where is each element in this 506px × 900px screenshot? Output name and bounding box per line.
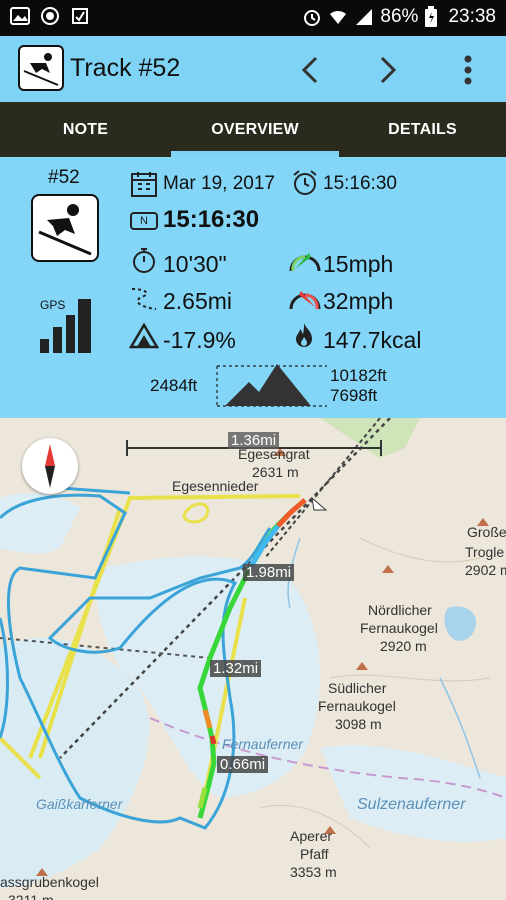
- place-name: Große: [467, 524, 506, 540]
- more-vert-icon: [464, 55, 472, 85]
- stopwatch-icon: [133, 248, 155, 273]
- track-map[interactable]: 1.36mi 1.98mi 1.32mi 0.66mi Egesengrat 2…: [0, 418, 506, 900]
- place-name: Südlicher: [328, 680, 387, 696]
- battery-percent: 86%: [380, 6, 419, 27]
- page-title: Track #52: [70, 54, 181, 82]
- place-name: Aperer: [290, 828, 333, 844]
- status-bar: 86% 23:38: [0, 0, 506, 36]
- app-bar: Track #52: [0, 36, 506, 102]
- tab-bar: NOTE OVERVIEW DETAILS: [0, 102, 506, 157]
- calendar-icon: [131, 172, 157, 197]
- gps-signal-icon: [40, 299, 91, 353]
- overflow-menu-button[interactable]: [448, 50, 488, 90]
- tab-overview[interactable]: OVERVIEW: [171, 102, 339, 157]
- battery-icon: [425, 6, 438, 27]
- max-speed: 32mph: [323, 288, 394, 314]
- elevation-min: 7698ft: [330, 386, 378, 405]
- place-name: Nördlicher: [368, 602, 432, 618]
- place-elevation: 2631 m: [252, 464, 299, 480]
- place-elevation: 2920 m: [380, 638, 427, 654]
- avg-speed-gauge-icon: [289, 253, 321, 272]
- distance: 2.65mi: [163, 288, 233, 314]
- place-elevation: Fernaukogel: [318, 698, 396, 714]
- place-elevation: 2902 m: [465, 562, 506, 578]
- place-elevation: 3098 m: [335, 716, 382, 732]
- image-icon: [10, 7, 30, 25]
- moving-time: 10'30": [163, 251, 227, 277]
- sync-icon: [72, 8, 88, 24]
- flame-icon: [296, 323, 312, 347]
- alarm-icon: [304, 10, 321, 26]
- distance-marker: 1.32mi: [210, 660, 262, 677]
- elevation-max: 10182ft: [330, 366, 387, 385]
- track-date: Mar 19, 2017: [163, 173, 275, 194]
- record-icon: [41, 7, 59, 25]
- next-track-button[interactable]: [368, 50, 408, 90]
- skier-icon: [18, 45, 64, 91]
- tab-details[interactable]: DETAILS: [339, 102, 506, 157]
- place-name: Egesengrat: [238, 446, 310, 462]
- place-name: Fernauferner: [222, 736, 303, 752]
- signal-icon: [356, 9, 373, 25]
- chevron-right-icon: [380, 56, 397, 84]
- distance-marker: 1.98mi: [243, 564, 295, 581]
- start-time: 15:16:30: [323, 173, 397, 194]
- place-elevation: Trogle: [465, 544, 505, 560]
- distance-icon: [131, 288, 157, 310]
- previous-track-button[interactable]: [292, 50, 332, 90]
- calories: 147.7kcal: [323, 327, 422, 353]
- overview-panel: #52 GPS Mar 19, 2017 15:16:30 N 15:16:30…: [0, 157, 506, 418]
- distance-marker: 0.66mi: [217, 756, 269, 773]
- clock: 23:38: [448, 6, 496, 27]
- avg-speed: 15mph: [323, 251, 394, 277]
- slope-icon: [129, 323, 159, 349]
- wifi-icon: [330, 10, 347, 24]
- elevation-profile-icon: [216, 364, 327, 407]
- place-elevation: 3353 m: [290, 864, 337, 880]
- duration-badge: N: [130, 212, 158, 230]
- duration-total: 15:16:30: [163, 206, 260, 233]
- place-name: Gaißkarferner: [36, 796, 123, 812]
- place-name: assgrubenkogel: [0, 874, 99, 890]
- max-speed-gauge-icon: [289, 291, 321, 310]
- tab-note[interactable]: NOTE: [0, 102, 171, 157]
- place-elevation: 3211 m: [8, 892, 54, 900]
- compass-icon[interactable]: [22, 438, 78, 494]
- place-name: Sulzenauferner: [357, 796, 466, 813]
- track-number: #52: [48, 167, 80, 188]
- chevron-left-icon: [301, 56, 318, 84]
- alarm-clock-icon: [293, 170, 317, 195]
- place-elevation: Pfaff: [300, 846, 329, 862]
- slope: -17.9%: [163, 327, 236, 353]
- place-name: Egesennieder: [172, 478, 259, 494]
- activity-skiing-icon: [31, 194, 99, 262]
- elevation-gain: 2484ft: [150, 376, 198, 395]
- place-elevation: Fernaukogel: [360, 620, 438, 636]
